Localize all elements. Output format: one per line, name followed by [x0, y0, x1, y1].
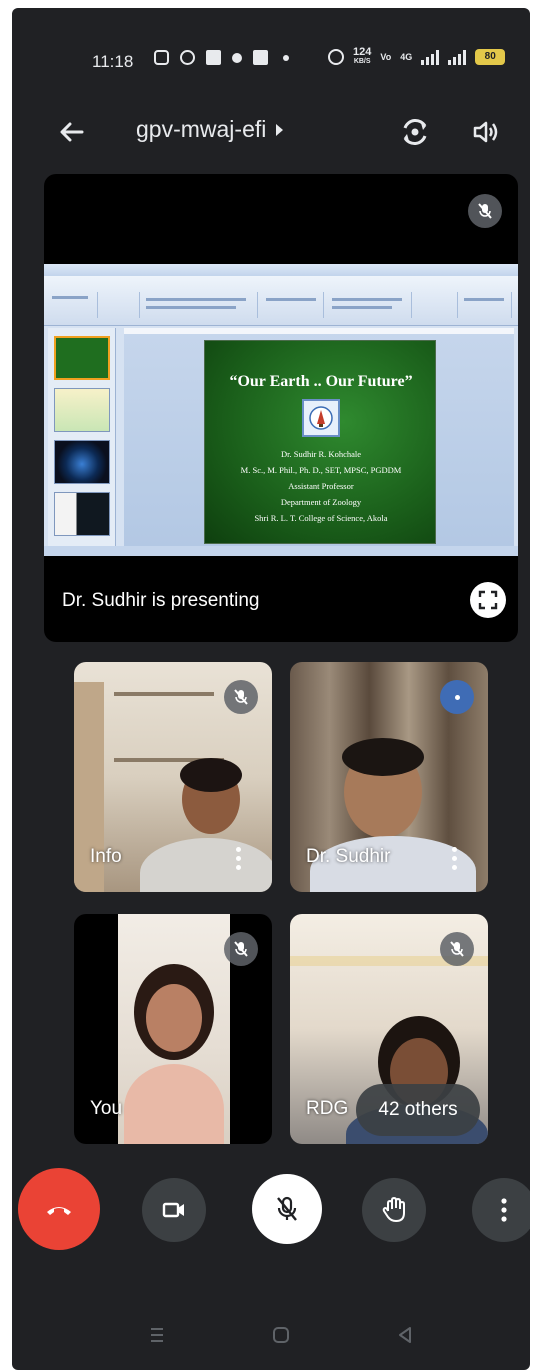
notification-app-icon	[154, 50, 169, 65]
system-icons: 124 KB/S Vo 4G 80	[328, 46, 506, 66]
slide-line: Department of Zoology	[280, 497, 362, 507]
slide-line: M. Sc., M. Phil., Ph. D., SET, MPSC, PGD…	[240, 465, 402, 475]
participant-tile[interactable]: Dr. Sudhir	[290, 662, 488, 892]
participant-name: RDG	[306, 1098, 349, 1119]
more-vert-icon	[501, 1198, 507, 1222]
participant-name: Info	[90, 846, 122, 867]
message-icon	[206, 50, 221, 65]
presentation-tile[interactable]: “Our Earth .. Our Future” Dr. Sudhir R. …	[44, 174, 518, 642]
more-vert-icon[interactable]	[444, 840, 464, 876]
signal-icon	[421, 49, 440, 65]
slide-thumbnail	[54, 336, 110, 380]
network-type: 4G	[400, 52, 413, 62]
network-speed-value: 124	[353, 46, 372, 58]
chevron-right-icon	[276, 123, 284, 136]
speaker-icon[interactable]	[468, 114, 504, 150]
meet-screen: 11:18 124 KB/S Vo 4G 80 gpv-mwaj-efi “Ou…	[12, 8, 530, 1370]
participant-tile[interactable]: Info	[74, 662, 272, 892]
end-call-button[interactable]	[18, 1168, 100, 1250]
ppt-ribbon	[44, 276, 518, 326]
video-feed	[118, 914, 230, 1144]
alarm-icon	[328, 49, 344, 65]
mic-off-icon	[468, 194, 502, 228]
slide-thumbnail	[54, 440, 110, 484]
battery-icon: 80	[475, 49, 506, 65]
video-feed	[114, 692, 214, 696]
participant-tile[interactable]: You	[74, 914, 272, 1144]
video-camera-icon	[162, 1202, 184, 1218]
meeting-code: gpv-mwaj-efi	[136, 116, 267, 142]
ppt-status-bar	[44, 546, 518, 556]
notification-icons	[154, 50, 289, 65]
more-notifications-icon	[283, 54, 289, 61]
slide-line: Dr. Sudhir R. Kohchale	[280, 449, 362, 459]
slide-canvas: “Our Earth .. Our Future” Dr. Sudhir R. …	[124, 328, 514, 546]
video-feed	[342, 738, 424, 776]
status-bar: 11:18 124 KB/S Vo 4G 80	[12, 8, 530, 98]
raise-hand-button[interactable]	[362, 1178, 426, 1242]
fullscreen-icon[interactable]	[470, 582, 506, 618]
college-logo-icon	[302, 399, 340, 437]
app-bar: gpv-mwaj-efi	[12, 104, 530, 160]
call-controls	[12, 1168, 530, 1258]
participant-name: Dr. Sudhir	[306, 846, 391, 867]
slide-title: “Our Earth .. Our Future”	[229, 373, 413, 390]
more-vert-icon[interactable]	[228, 840, 248, 876]
video-feed	[140, 838, 272, 892]
meeting-code-button[interactable]: gpv-mwaj-efi	[136, 116, 284, 143]
back-icon[interactable]	[394, 1324, 416, 1346]
video-feed	[180, 758, 242, 792]
slide-thumbnail	[54, 388, 110, 432]
network-speed-unit: KB/S	[353, 58, 371, 65]
more-options-button[interactable]	[472, 1178, 530, 1242]
location-icon	[232, 52, 242, 63]
mic-button[interactable]	[252, 1174, 322, 1244]
mic-off-icon	[224, 932, 258, 966]
system-nav-bar	[12, 1310, 530, 1360]
slide-thumbnail	[54, 492, 110, 536]
volte-icon: Vo	[380, 52, 392, 62]
shared-screen: “Our Earth .. Our Future” Dr. Sudhir R. …	[44, 264, 518, 556]
ruler	[124, 328, 514, 334]
recent-apps-icon[interactable]	[146, 1324, 168, 1346]
switch-camera-icon[interactable]	[397, 114, 433, 150]
facebook-icon	[253, 50, 268, 65]
signal-2-icon	[448, 49, 467, 65]
slide-line: Shri R. L. T. College of Science, Akola	[254, 513, 388, 523]
camera-button[interactable]	[142, 1178, 206, 1242]
slide-line: Assistant Professor	[288, 481, 354, 491]
end-call-icon	[47, 1207, 71, 1215]
raise-hand-icon	[382, 1197, 405, 1222]
presenting-label: Dr. Sudhir is presenting	[62, 590, 260, 611]
slide-thumbnails	[48, 328, 116, 546]
speaking-indicator	[440, 680, 474, 714]
mic-off-icon	[224, 680, 258, 714]
ppt-title-bar	[44, 264, 518, 276]
back-arrow-icon[interactable]	[56, 116, 88, 148]
whatsapp-icon	[180, 50, 195, 65]
participant-name: You	[90, 1098, 123, 1119]
mic-off-icon	[277, 1196, 297, 1221]
network-speed: 124 KB/S	[353, 46, 372, 66]
others-count-chip[interactable]: 42 others	[356, 1084, 480, 1136]
mic-off-icon	[440, 932, 474, 966]
status-time: 11:18	[92, 52, 134, 71]
current-slide: “Our Earth .. Our Future” Dr. Sudhir R. …	[204, 340, 436, 544]
home-icon[interactable]	[270, 1324, 292, 1346]
